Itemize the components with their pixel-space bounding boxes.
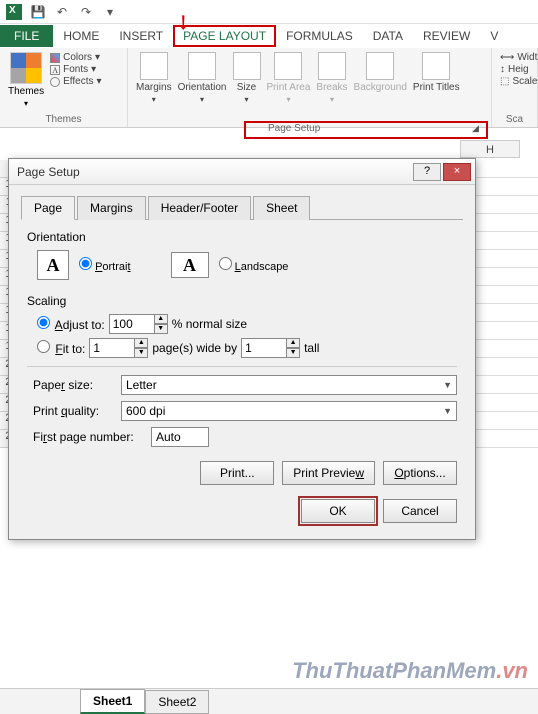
effects-button[interactable]: Effects▾ [50, 76, 101, 87]
sheet-tab-1[interactable]: Sheet1 [80, 689, 145, 714]
tab-home[interactable]: HOME [53, 25, 109, 47]
print-preview-button[interactable]: Print Preview [282, 461, 375, 485]
scaling-section-label: Scaling [27, 294, 457, 308]
adjust-to-spinner[interactable] [109, 314, 155, 334]
breaks-button[interactable]: Breaks▾ [316, 52, 347, 104]
background-button[interactable]: Background [354, 52, 407, 104]
group-scale: ⟷ Widt ↕ Heig ⬚ Scale Sca [492, 48, 538, 127]
tab-formulas[interactable]: FORMULAS [276, 25, 363, 47]
dialog-tab-margins[interactable]: Margins [77, 196, 146, 220]
fonts-button[interactable]: AFonts▾ [50, 64, 101, 75]
save-icon[interactable]: 💾 [30, 4, 46, 20]
size-icon [233, 52, 261, 80]
first-page-input[interactable] [151, 427, 209, 447]
group-label-scale: Sca [500, 114, 529, 125]
sheet-tab-bar: Sheet1 Sheet2 [0, 688, 538, 714]
fit-to-radio[interactable]: Fit to: [37, 340, 85, 356]
tab-insert[interactable]: INSERT [109, 25, 173, 47]
themes-icon[interactable] [10, 52, 42, 84]
dialog-tabs: Page Margins Header/Footer Sheet [21, 195, 463, 220]
group-page-setup: Margins▾ Orientation▾ Size▾ Print Area▾ … [128, 48, 492, 127]
portrait-radio[interactable]: Portrait [79, 257, 131, 273]
options-button[interactable]: Options... [383, 461, 457, 485]
adjust-to-suffix: % normal size [172, 317, 247, 331]
print-quality-label: Print quality: [33, 404, 113, 418]
dialog-tab-page[interactable]: Page [21, 196, 75, 220]
cancel-button[interactable]: Cancel [383, 499, 457, 523]
quick-access-toolbar: 💾 ↶ ↷ ▾ [0, 0, 538, 24]
breaks-icon [318, 52, 346, 80]
width-option[interactable]: ⟷ Widt [500, 52, 529, 63]
print-area-button[interactable]: Print Area▾ [267, 52, 311, 104]
print-titles-button[interactable]: Print Titles [413, 52, 460, 104]
sheet-tab-2[interactable]: Sheet2 [145, 690, 209, 714]
fit-wide-spinner[interactable] [89, 338, 135, 358]
watermark: ThuThuatPhanMem.vn [292, 658, 528, 684]
ribbon-tabs: FILE HOME INSERT PAGE LAYOUT FORMULAS DA… [0, 24, 538, 48]
ok-button[interactable]: OK [301, 499, 375, 523]
page-setup-dialog: Page Setup ? × Page Margins Header/Foote… [8, 158, 476, 540]
print-area-icon [274, 52, 302, 80]
print-button[interactable]: Print... [200, 461, 274, 485]
dialog-title: Page Setup [17, 165, 80, 179]
tab-file[interactable]: FILE [0, 25, 53, 47]
orientation-section-label: Orientation [27, 230, 457, 244]
group-label-themes: Themes [8, 114, 119, 125]
qat-dropdown-icon[interactable]: ▾ [102, 4, 118, 20]
dialog-tab-sheet[interactable]: Sheet [253, 196, 310, 220]
ribbon: Themes ▾ Colors▾ AFonts▾ Effects▾ Themes… [0, 48, 538, 128]
print-quality-dropdown[interactable]: 600 dpi▼ [121, 401, 457, 421]
paper-size-dropdown[interactable]: Letter▼ [121, 375, 457, 395]
chevron-down-icon: ▼ [443, 380, 452, 390]
column-header-h[interactable]: H [460, 140, 520, 158]
excel-app-icon [6, 4, 22, 20]
spinner-buttons[interactable]: ▲▼ [154, 314, 168, 334]
paper-size-label: Paper size: [33, 378, 113, 392]
tab-data[interactable]: DATA [363, 25, 413, 47]
orientation-icon [188, 52, 216, 80]
background-icon [366, 52, 394, 80]
size-button[interactable]: Size▾ [233, 52, 261, 104]
margins-icon [140, 52, 168, 80]
fit-tall-spinner[interactable] [241, 338, 287, 358]
colors-button[interactable]: Colors▾ [50, 52, 101, 63]
fit-wide-suffix: page(s) wide by [152, 341, 237, 355]
fit-tall-suffix: tall [304, 341, 319, 355]
first-page-label: First page number: [33, 430, 143, 444]
orientation-button[interactable]: Orientation▾ [178, 52, 227, 104]
landscape-icon: A [171, 252, 209, 278]
undo-icon[interactable]: ↶ [54, 4, 70, 20]
redo-icon[interactable]: ↷ [78, 4, 94, 20]
height-option[interactable]: ↕ Heig [500, 64, 529, 75]
group-label-page-setup: Page Setup [268, 123, 320, 134]
chevron-down-icon: ▼ [443, 406, 452, 416]
dialog-titlebar[interactable]: Page Setup ? × [9, 159, 475, 185]
themes-button-label: Themes [8, 86, 44, 97]
tab-review[interactable]: REVIEW [413, 25, 480, 47]
help-button[interactable]: ? [413, 163, 441, 181]
portrait-icon: A [37, 250, 69, 280]
dialog-tab-header-footer[interactable]: Header/Footer [148, 196, 251, 220]
landscape-radio[interactable]: Landscape [219, 257, 289, 273]
page-setup-launcher-icon[interactable]: ◢ [472, 123, 479, 134]
adjust-to-radio[interactable]: Adjust to: [37, 316, 105, 332]
close-button[interactable]: × [443, 163, 471, 181]
group-themes: Themes ▾ Colors▾ AFonts▾ Effects▾ Themes [0, 48, 128, 127]
margins-button[interactable]: Margins▾ [136, 52, 172, 104]
scale-option[interactable]: ⬚ Scale [500, 76, 529, 87]
tab-view[interactable]: V [480, 25, 508, 47]
print-titles-icon [422, 52, 450, 80]
